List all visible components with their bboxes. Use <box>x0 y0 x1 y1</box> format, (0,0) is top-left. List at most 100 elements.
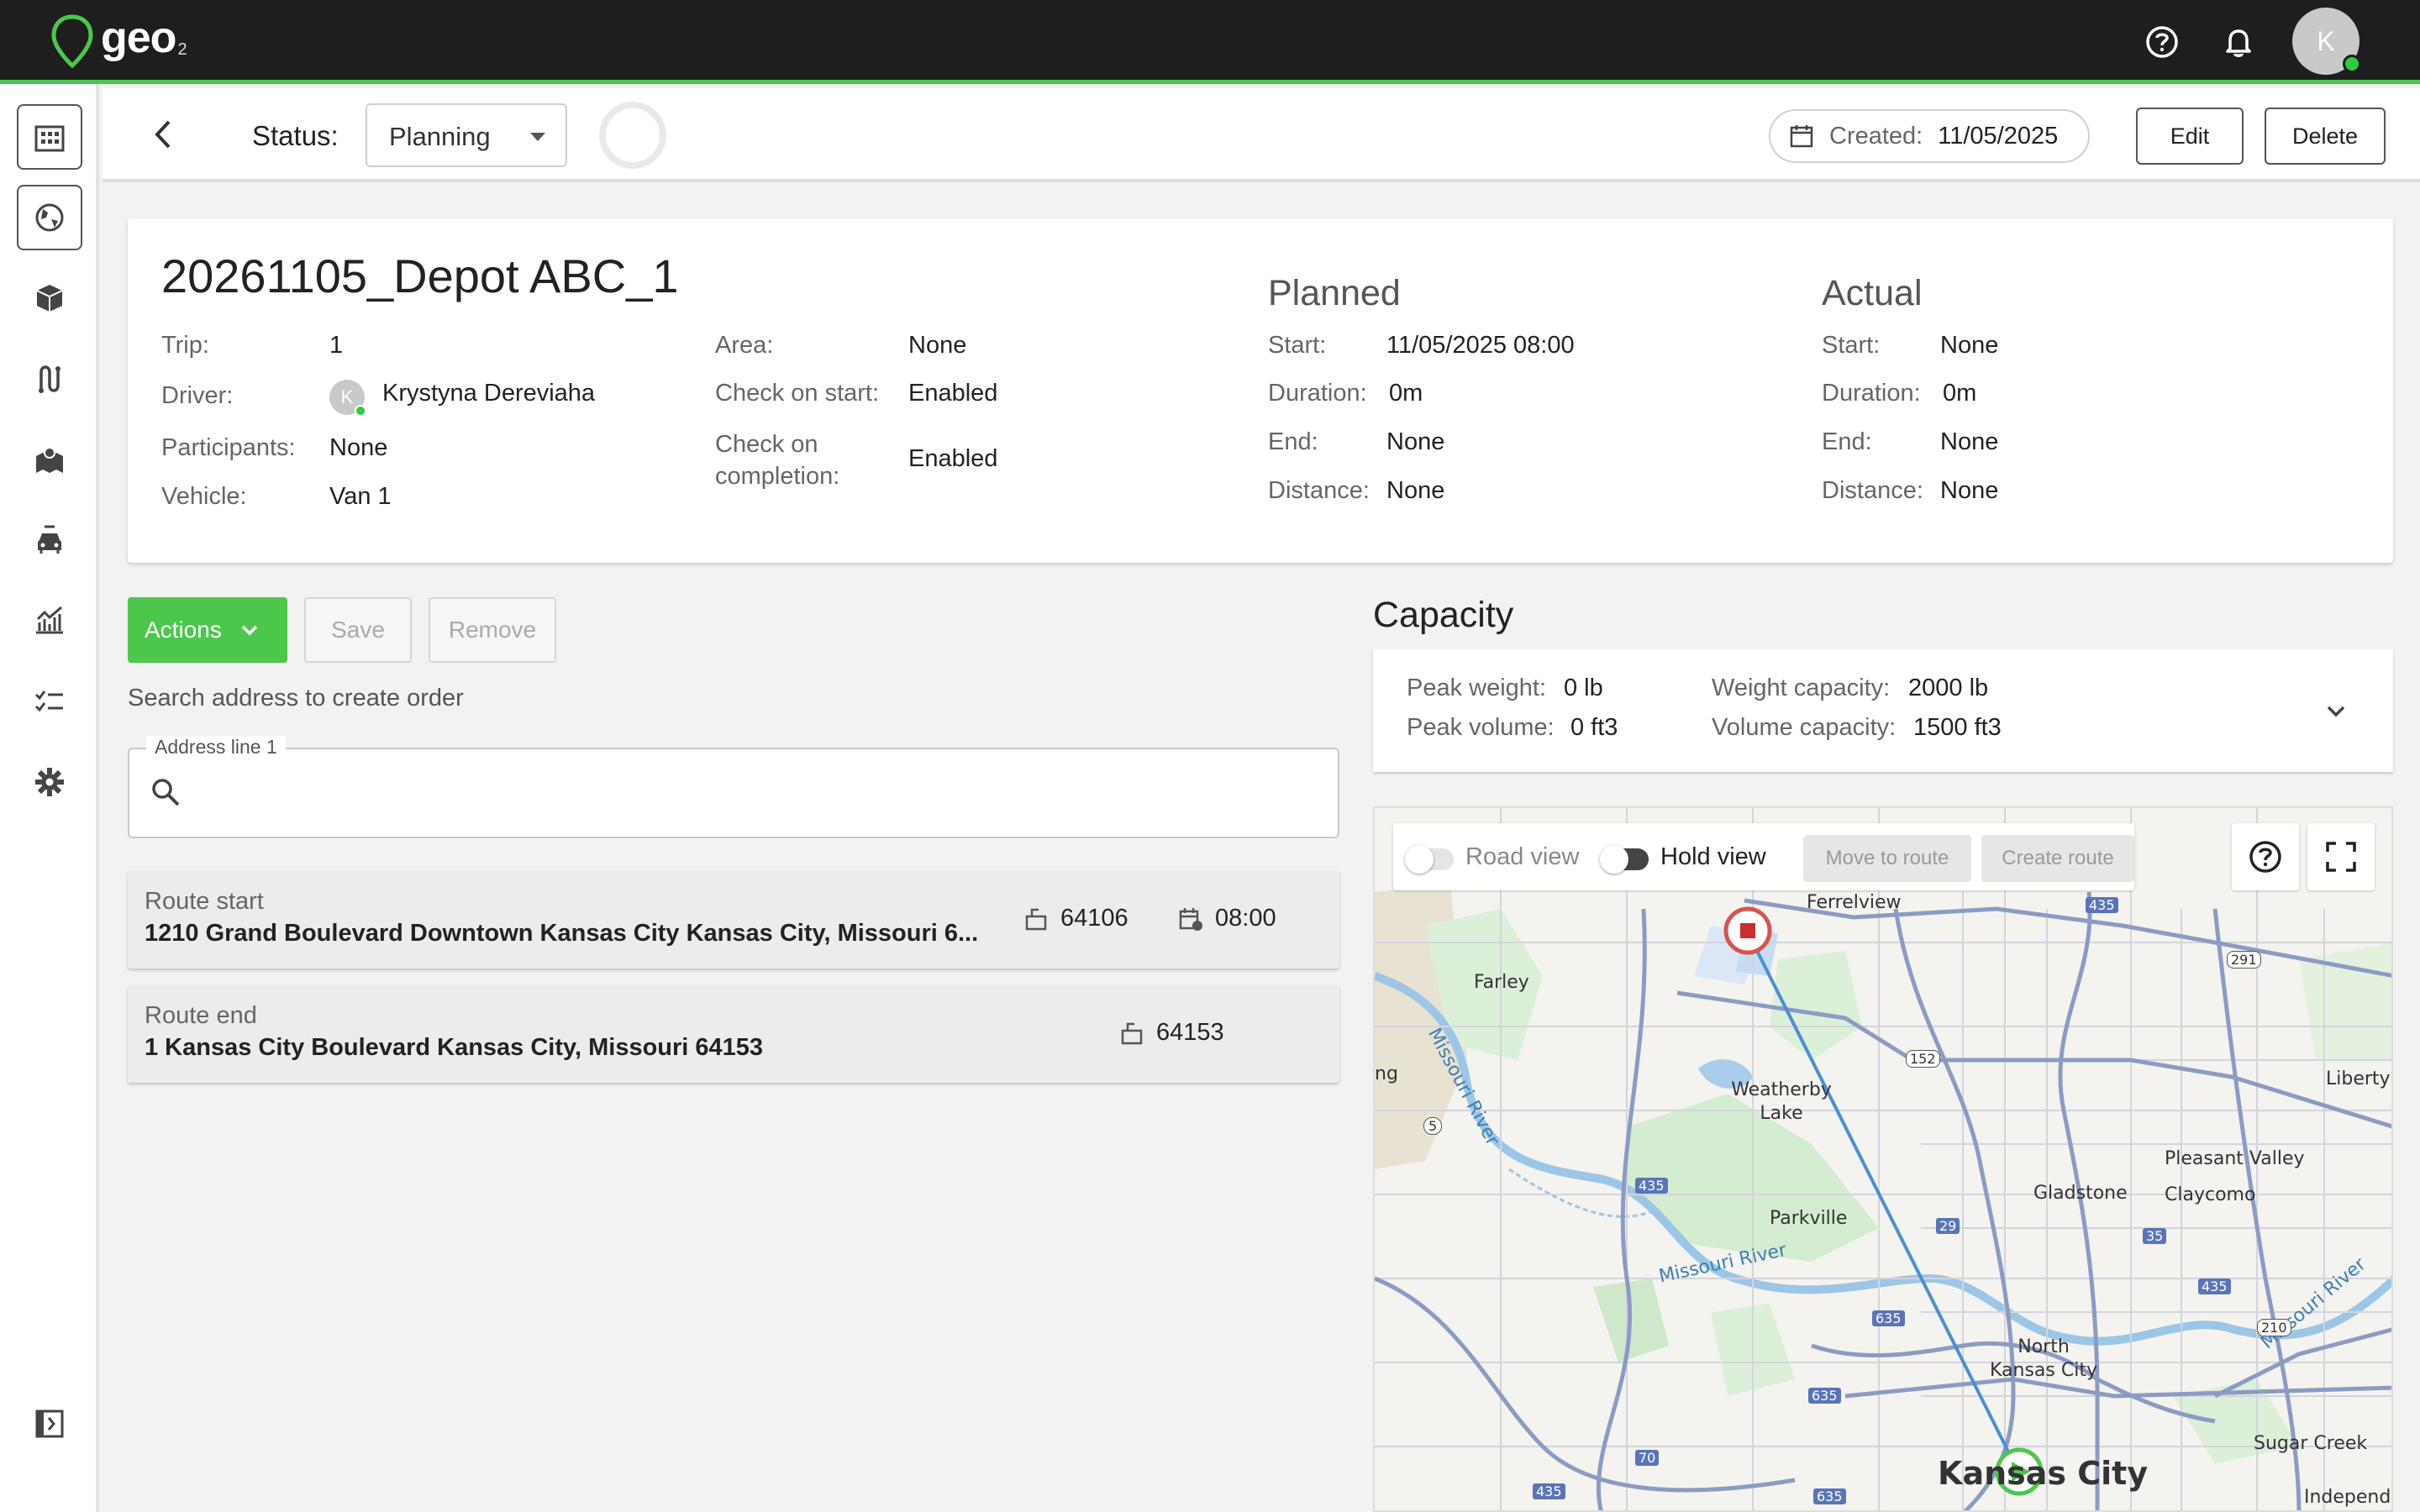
weight-capacity-value: 2000 lb <box>1908 675 1989 701</box>
sidebar-collapse-button[interactable] <box>17 1391 82 1457</box>
driver-initial: K <box>340 386 354 407</box>
road-view-toggle[interactable] <box>1405 845 1454 874</box>
trip-label: Trip: <box>161 332 209 359</box>
map-help-button[interactable] <box>2232 823 2299 890</box>
route-end-card[interactable]: Route end 1 Kansas City Boulevard Kansas… <box>128 985 1339 1083</box>
globe-icon <box>35 203 64 232</box>
sidebar-item-globe[interactable] <box>17 185 82 250</box>
logo-text: geo <box>101 13 176 62</box>
vehicle-label: Vehicle: <box>161 483 247 510</box>
area-label: Area: <box>715 332 774 359</box>
highway-shield: 210 <box>2257 1319 2291 1336</box>
status-value: Planning <box>389 122 491 151</box>
car-icon <box>38 525 61 554</box>
map-place-label: Ferrelview <box>1807 892 1902 913</box>
check-on-start-value: Enabled <box>908 380 998 407</box>
actions-button[interactable]: Actions <box>128 597 287 663</box>
route-end-zip: 64153 <box>1119 1019 1224 1047</box>
created-value: 11/05/2025 <box>1938 122 2059 150</box>
route-start-time-value: 08:00 <box>1215 905 1276 932</box>
highway-shield: 5 <box>1423 1117 1443 1135</box>
user-initial: K <box>2317 25 2335 56</box>
capacity-title: Capacity <box>1373 595 1514 635</box>
highway-shield: 435 <box>2086 897 2118 913</box>
sidebar-item-dashboard[interactable] <box>17 104 82 170</box>
box-icon <box>36 285 63 312</box>
help-icon <box>2249 841 2281 873</box>
map-place-label: Weatherby Lake <box>1731 1079 1832 1124</box>
capacity-card[interactable]: Peak weight: 0 lb Peak volume: 0 ft3 Wei… <box>1373 649 2393 772</box>
pin-logo-icon <box>51 14 93 69</box>
map-place-label: Parkville <box>1770 1208 1848 1229</box>
sidebar-item-map[interactable] <box>17 427 82 492</box>
check-on-completion-label: Check on completion: <box>715 431 840 490</box>
hold-view-label: Hold view <box>1660 843 1766 870</box>
building-icon <box>34 125 65 152</box>
highway-shield: 291 <box>2227 951 2261 969</box>
route-start-label: Route start <box>145 888 264 915</box>
sidebar-item-routes[interactable] <box>17 346 82 412</box>
gear-icon <box>35 768 64 796</box>
address-legend: Address line 1 <box>146 736 286 759</box>
weight-capacity-label: Weight capacity: <box>1712 675 1891 701</box>
sidebar-item-packages[interactable] <box>17 265 82 331</box>
participants-label: Participants: <box>161 434 296 461</box>
driver-online-dot <box>355 405 366 417</box>
remove-button[interactable]: Remove <box>429 597 556 663</box>
calendar-clock-icon <box>1179 907 1202 931</box>
planned-end-value: None <box>1386 428 1445 455</box>
highway-shield: 635 <box>1872 1310 1905 1326</box>
peak-volume-value: 0 ft3 <box>1570 714 1618 741</box>
sidebar-item-vehicles[interactable] <box>17 507 82 573</box>
chevron-down-icon <box>530 133 545 141</box>
driver-label: Driver: <box>161 382 234 409</box>
save-button[interactable]: Save <box>304 597 412 663</box>
back-button[interactable] <box>143 113 185 155</box>
map-place-label: Pleasant Valley <box>2165 1148 2305 1169</box>
online-status-dot <box>2343 55 2361 73</box>
planned-start-value: 11/05/2025 08:00 <box>1386 332 1575 359</box>
map-place-label: Claycomo <box>2165 1184 2256 1205</box>
chevron-down-icon <box>241 625 258 636</box>
actual-start-label: Start: <box>1822 332 1881 359</box>
edit-button[interactable]: Edit <box>2136 108 2244 165</box>
route-start-address: 1210 Grand Boulevard Downtown Kansas Cit… <box>145 920 979 947</box>
check-on-completion-value: Enabled <box>908 445 998 472</box>
volume-capacity-value: 1500 ft3 <box>1913 714 2002 741</box>
move-to-route-button[interactable]: Move to route <box>1803 835 1971 882</box>
fullscreen-icon <box>2326 842 2356 872</box>
user-avatar[interactable]: K <box>2292 8 2361 75</box>
map-place-label: Liberty <box>2326 1068 2391 1089</box>
notification-bell-icon[interactable] <box>2217 20 2260 64</box>
actual-duration-label: Duration: <box>1822 380 1921 407</box>
chevron-down-icon[interactable] <box>2323 698 2349 725</box>
create-route-button[interactable]: Create route <box>1981 835 2134 882</box>
route-start-card[interactable]: Route start 1210 Grand Boulevard Downtow… <box>128 871 1339 969</box>
map-toolbar: Road view Hold view Move to route Create… <box>1393 823 2134 890</box>
sidebar-item-analytics[interactable] <box>17 588 82 654</box>
top-bar: geo 2 K <box>0 0 2420 84</box>
map-place-label: North Kansas City <box>1990 1336 2097 1381</box>
sidebar <box>0 84 99 1512</box>
map-place-label: Farley <box>1474 972 1529 993</box>
delete-button[interactable]: Delete <box>2265 108 2386 165</box>
help-icon[interactable] <box>2140 20 2184 64</box>
highway-shield: 435 <box>1533 1483 1565 1499</box>
planned-duration-label: Duration: <box>1268 380 1367 407</box>
highway-shield: 35 <box>2143 1228 2167 1244</box>
sidebar-item-settings[interactable] <box>17 749 82 815</box>
route-map[interactable]: Ferrelview Farley Missouri River Weather… <box>1373 806 2393 1512</box>
map-fullscreen-button[interactable] <box>2307 823 2375 890</box>
mailbox-icon <box>1025 908 1047 930</box>
collapse-panel-icon <box>35 1410 64 1438</box>
mailbox-icon <box>1121 1022 1143 1044</box>
volume-capacity-label: Volume capacity: <box>1712 714 1897 741</box>
hold-view-toggle[interactable] <box>1600 845 1649 874</box>
status-select[interactable]: Planning <box>366 103 567 167</box>
highway-shield: 435 <box>2198 1278 2231 1294</box>
sidebar-item-tasks[interactable] <box>17 669 82 734</box>
route-start-zip-value: 64106 <box>1060 905 1128 932</box>
app-logo[interactable]: geo 2 <box>49 13 187 69</box>
actual-title: Actual <box>1822 273 1923 313</box>
address-line-1-input[interactable]: Address line 1 <box>128 736 1339 838</box>
